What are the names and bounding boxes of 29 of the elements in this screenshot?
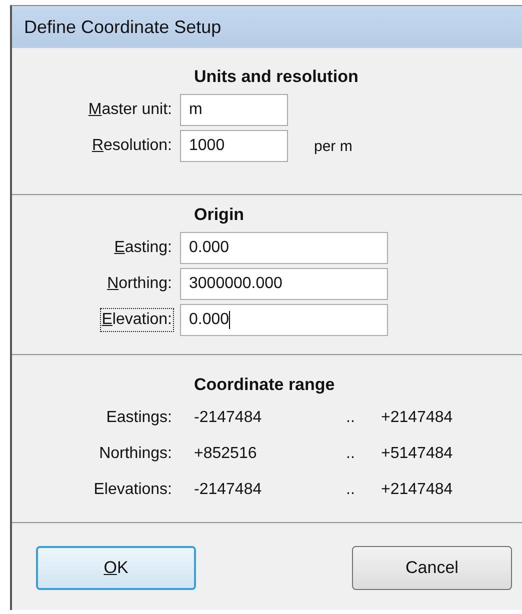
cancel-button[interactable]: Cancel [352,546,512,590]
input-field[interactable]: 1000 [180,130,288,162]
unit-label: per m [314,138,352,154]
range-max: +2147484 [381,481,453,499]
range-separator: .. [346,481,356,499]
input-field[interactable]: 3000000.000 [180,268,388,300]
input-field[interactable]: m [180,94,288,126]
input-field[interactable]: 0.000 [180,232,388,264]
section-heading: Units and resolution [194,67,358,87]
range-separator: .. [346,409,356,427]
field-label: Easting: [113,238,173,258]
ok-button[interactable]: OK [36,546,196,590]
range-min: +852516 [194,445,258,463]
range-min: -2147484 [194,409,263,427]
field-label: Master unit: [87,100,173,120]
range-min: -2147484 [194,481,263,499]
field-label: Elevation: [100,308,174,332]
window-title: Define Coordinate Setup [24,16,222,38]
range-label: Eastings: [105,408,173,428]
range-separator: .. [346,445,356,463]
input-field[interactable]: 0.000 [180,304,388,336]
range-max: +5147484 [381,445,453,463]
range-label: Elevations: [92,480,173,500]
field-label: Northing: [106,274,173,294]
range-label: Northings: [98,444,173,464]
section-heading: Coordinate range [194,375,335,395]
section-heading: Origin [194,205,244,225]
field-label: Resolution: [90,136,173,156]
range-max: +2147484 [381,409,453,427]
